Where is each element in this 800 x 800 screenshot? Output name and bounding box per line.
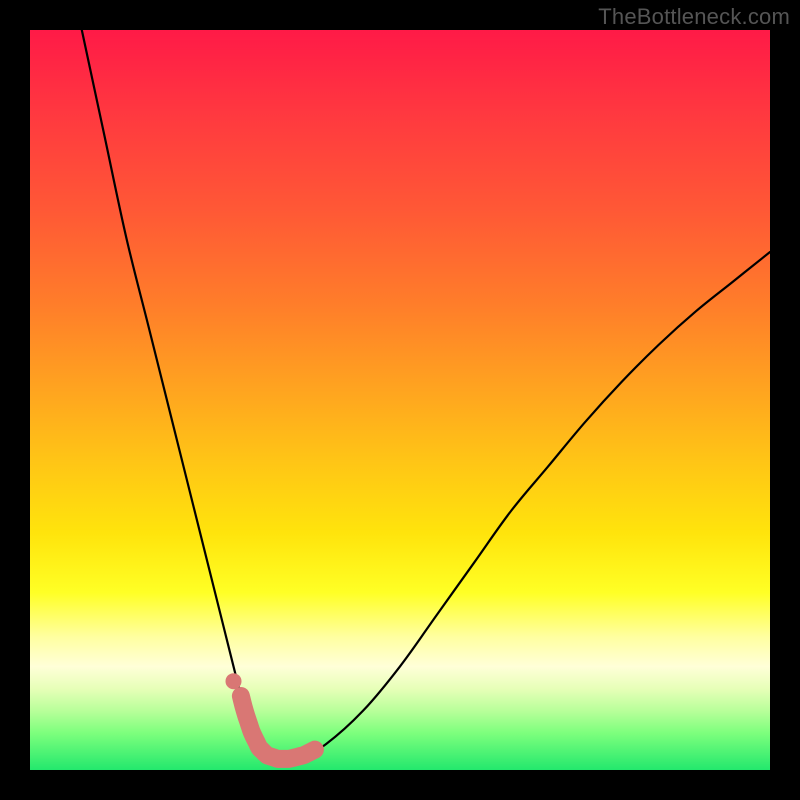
highlight-dot-circle [226, 673, 242, 689]
chart-frame: TheBottleneck.com [0, 0, 800, 800]
highlight-band-path [241, 696, 315, 759]
chart-overlay [30, 30, 770, 770]
highlight-band [241, 696, 315, 759]
bottleneck-curve [82, 30, 770, 759]
watermark-text: TheBottleneck.com [598, 4, 790, 30]
bottleneck-curve-path [82, 30, 770, 759]
highlight-dot [226, 673, 242, 689]
